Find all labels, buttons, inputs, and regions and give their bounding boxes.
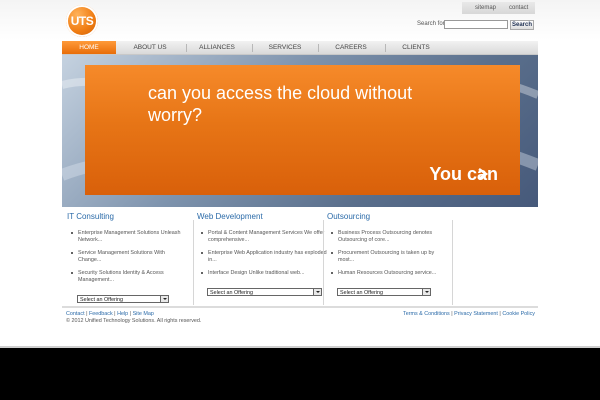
search-label: Search for [417, 21, 445, 27]
utility-bar: sitemap contact [462, 2, 535, 14]
column-divider [452, 220, 453, 305]
outsourcing-select[interactable]: Select an Offering [337, 288, 431, 296]
list-item[interactable]: Security Solutions Identity & Access Man… [70, 270, 188, 284]
footer-separator: | [114, 311, 116, 317]
list-item[interactable]: Service Management Solutions With Change… [70, 250, 188, 264]
page: UTS sitemap contact Search for Search HO… [0, 0, 600, 348]
list-item[interactable]: Interface Design Unlike traditional web.… [200, 270, 328, 277]
list-item[interactable]: Procurement Outsourcing is taken up by m… [330, 250, 448, 264]
nav-separator [318, 44, 319, 52]
search-button[interactable]: Search [510, 20, 534, 30]
column-title-it-consulting[interactable]: IT Consulting [67, 212, 114, 221]
footer-separator: | [129, 311, 132, 317]
page-bottom-border [0, 346, 600, 348]
nav-item-careers[interactable]: CAREERS [326, 41, 376, 54]
contact-link[interactable]: contact [509, 2, 528, 14]
footer-link-site-map[interactable]: Site Map [133, 311, 154, 317]
copyright-text: © 2012 Unified Technology Solutions. All… [66, 318, 202, 324]
nav-separator [385, 44, 386, 52]
column-title-web-development[interactable]: Web Development [197, 212, 263, 221]
footer-link-help[interactable]: Help [117, 311, 128, 317]
footer-divider [62, 306, 538, 308]
chevron-down-icon [313, 289, 321, 295]
chevron-down-icon [160, 296, 168, 302]
footer-link-feedback[interactable]: Feedback [89, 311, 113, 317]
list-item[interactable]: Human Resources Outsourcing service... [330, 270, 448, 277]
nav-separator [186, 44, 187, 52]
web-development-select[interactable]: Select an Offering [207, 288, 322, 296]
footer-link-cookie-policy[interactable]: Cookie Policy [502, 311, 535, 317]
list-item[interactable]: Enterprise Web Application industry has … [200, 250, 328, 264]
footer-separator: | [451, 311, 453, 317]
chevron-down-icon [422, 289, 430, 295]
select-value: Select an Offering [210, 290, 254, 296]
arrow-right-icon[interactable] [476, 167, 490, 181]
nav-item-services[interactable]: SERVICES [258, 41, 312, 54]
uts-logo[interactable]: UTS [66, 5, 98, 37]
list-item[interactable]: Enterprise Management Solutions Unleash … [70, 230, 188, 244]
main-nav: HOME ABOUT US ALLIANCES SERVICES CAREERS… [62, 41, 538, 55]
banner-headline: can you access the cloud without worry? [148, 83, 413, 125]
nav-item-home[interactable]: HOME [62, 41, 116, 54]
sitemap-link[interactable]: sitemap [475, 2, 496, 14]
hero-banner[interactable]: can you access the cloud without worry? … [62, 55, 538, 207]
footer-links-right: Terms & Conditions | Privacy Statement |… [403, 311, 535, 317]
it-consulting-select[interactable]: Select an Offering [77, 295, 169, 303]
list-item[interactable]: Business Process Outsourcing denotes Out… [330, 230, 448, 244]
select-value: Select an Offering [340, 290, 384, 296]
footer-separator: | [499, 311, 501, 317]
footer-link-terms[interactable]: Terms & Conditions [403, 311, 450, 317]
list-item[interactable]: Portal & Content Management Services We … [200, 230, 328, 244]
search-input[interactable] [444, 20, 508, 29]
column-divider [193, 220, 194, 305]
footer-link-contact[interactable]: Contact [66, 311, 85, 317]
it-consulting-list: Enterprise Management Solutions Unleash … [70, 230, 188, 290]
nav-item-about-us[interactable]: ABOUT US [126, 41, 174, 54]
nav-item-alliances[interactable]: ALLIANCES [190, 41, 244, 54]
outsourcing-list: Business Process Outsourcing denotes Out… [330, 230, 448, 283]
web-development-list: Portal & Content Management Services We … [200, 230, 328, 283]
nav-item-clients[interactable]: CLIENTS [392, 41, 440, 54]
column-title-outsourcing[interactable]: Outsourcing [327, 212, 370, 221]
footer-links-left: Contact | Feedback | Help | Site Map [66, 311, 154, 317]
footer-link-privacy[interactable]: Privacy Statement [454, 311, 498, 317]
column-divider [323, 220, 324, 305]
footer-separator: | [86, 311, 88, 317]
nav-separator [252, 44, 253, 52]
select-value: Select an Offering [80, 297, 124, 303]
